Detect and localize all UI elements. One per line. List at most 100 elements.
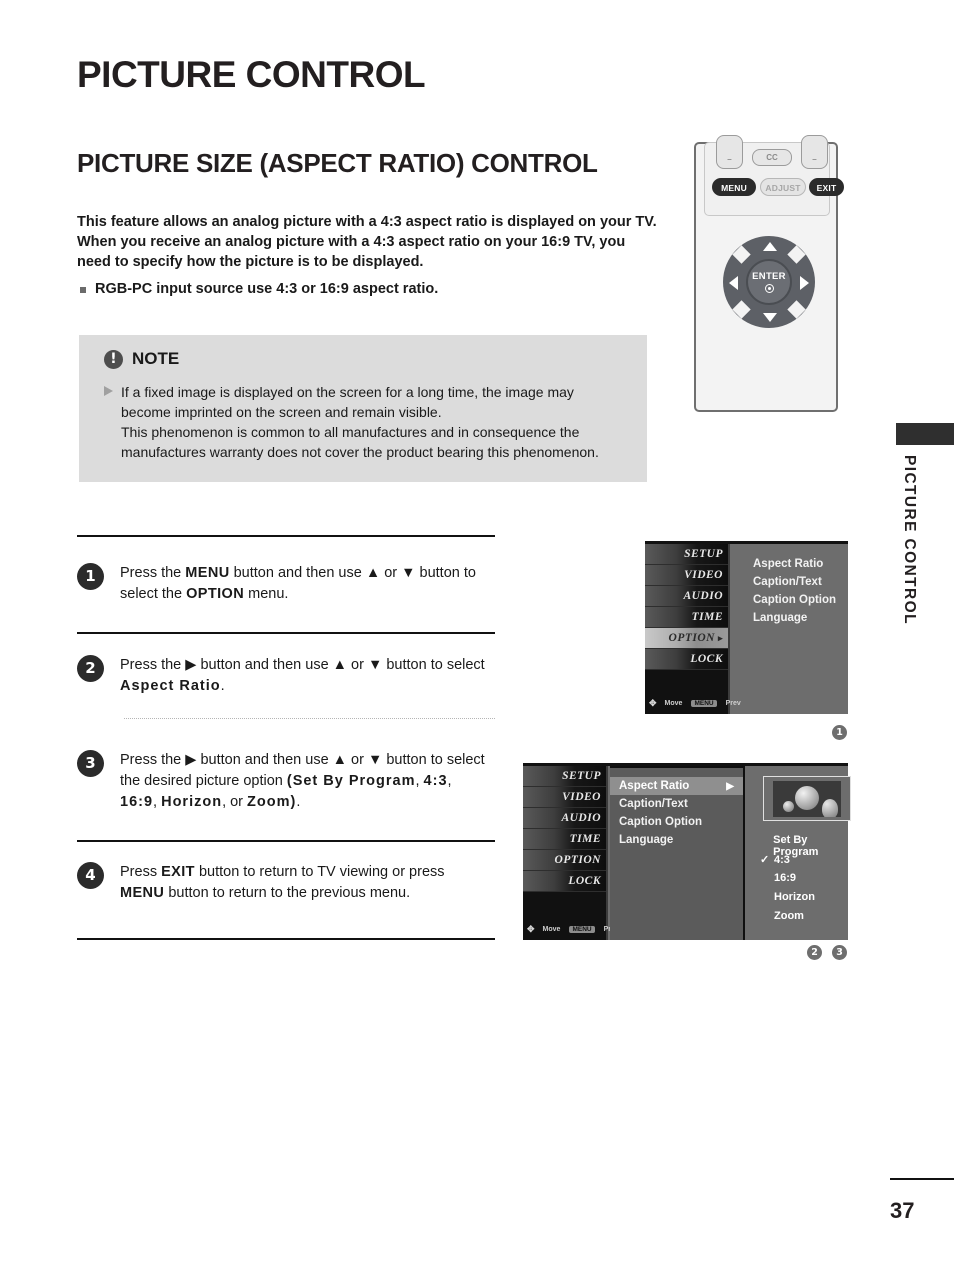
check-icon: ✓ xyxy=(760,854,770,866)
enter-label: ENTER xyxy=(752,271,786,282)
exclamation-circle-icon: ! xyxy=(104,349,123,369)
osd1-menu-item-language[interactable]: Language xyxy=(744,609,848,627)
arrow-left-icon[interactable] xyxy=(729,276,738,290)
page-number-rule xyxy=(890,1178,954,1180)
note-title: NOTE xyxy=(132,349,180,368)
preview-sphere-right xyxy=(822,798,838,817)
osd1-sidebar: SETUP VIDEO AUDIO TIME OPTION ▸ LOCK ✥ Mo… xyxy=(645,544,741,714)
osd2-menu-item-language[interactable]: Language xyxy=(610,831,743,849)
note-header: ! NOTE xyxy=(104,349,179,369)
aspect-option-horizon[interactable]: Horizon xyxy=(760,891,815,903)
step-3: 3 Press the ▶ button and then use ▲ or ▼… xyxy=(77,750,495,813)
osd2-menu-item-aspect-ratio[interactable]: Aspect Ratio ▶ xyxy=(610,777,743,795)
square-bullet-icon xyxy=(80,287,86,293)
osd2-sidebar-item-time[interactable]: TIME xyxy=(523,829,606,850)
osd2-footer-move: Move xyxy=(542,926,561,933)
osd2-sidebar-item-setup[interactable]: SETUP xyxy=(523,766,606,787)
step-1-text: Press the MENU button and then use ▲ or … xyxy=(120,565,476,602)
step-4-text: Press EXIT button to return to TV viewin… xyxy=(120,864,445,901)
aspect-option-16-9[interactable]: 16:9 xyxy=(760,872,796,884)
note-text: If a fixed image is displayed on the scr… xyxy=(121,382,599,462)
badge-step-1-marker: 1 xyxy=(832,725,847,740)
divider-after-step-3 xyxy=(77,840,495,842)
chevron-right-icon: ▸ xyxy=(717,632,723,643)
channel-down-button[interactable]: – xyxy=(801,135,828,169)
volume-down-button[interactable]: – xyxy=(716,135,743,169)
intro-bullet-label: RGB-PC input source use 4:3 or 16:9 aspe… xyxy=(95,281,439,297)
arrow-right-icon[interactable] xyxy=(800,276,809,290)
osd2-sidebar-item-lock[interactable]: LOCK xyxy=(523,871,606,892)
osd1-sidebar-item-video[interactable]: VIDEO xyxy=(645,565,728,586)
step-2: 2 Press the ▶ button and then use ▲ or ▼… xyxy=(77,655,495,697)
note-line-3: This phenomenon is common to all manufac… xyxy=(121,424,580,440)
cc-button[interactable]: CC xyxy=(752,149,792,166)
dpad-hint-icon: ✥ xyxy=(649,698,656,708)
osd2-menu-item-caption-option[interactable]: Caption Option xyxy=(610,813,743,831)
remote-control-illustration: – CC – MENU ADJUST EXIT ENTER xyxy=(694,135,844,412)
prev-key-icon: MENU xyxy=(569,926,595,933)
intro-line-1: This feature allows an analog picture wi… xyxy=(77,214,657,230)
intro-line-2: When you receive an analog picture with … xyxy=(77,234,626,250)
divider-after-step-1 xyxy=(77,632,495,634)
triangle-right-icon xyxy=(104,386,113,396)
dpad-control[interactable]: ENTER xyxy=(723,236,815,328)
page-number: 37 xyxy=(890,1198,915,1223)
arrow-down-icon[interactable] xyxy=(763,313,777,322)
section-title: PICTURE SIZE (ASPECT RATIO) CONTROL xyxy=(77,148,598,178)
menu-button[interactable]: MENU xyxy=(712,178,756,196)
step-4: 4 Press EXIT button to return to TV view… xyxy=(77,862,495,904)
osd1-footer-move: Move xyxy=(664,700,683,707)
osd2-menu-item-caption-text[interactable]: Caption/Text xyxy=(610,795,743,813)
aspect-option-4-3[interactable]: ✓ 4:3 xyxy=(760,853,790,867)
aspect-preview-image xyxy=(773,780,841,817)
step-3-number: 3 xyxy=(77,750,104,777)
exit-button[interactable]: EXIT xyxy=(809,178,844,196)
prev-key-icon: MENU xyxy=(691,700,717,707)
arrow-up-icon[interactable] xyxy=(763,242,777,251)
side-chapter-label: PICTURE CONTROL xyxy=(901,455,918,625)
chevron-right-icon: ▶ xyxy=(726,780,734,792)
osd2-sidebar-item-video[interactable]: VIDEO xyxy=(523,787,606,808)
step-1: 1 Press the MENU button and then use ▲ o… xyxy=(77,563,495,605)
osd2-sidebar-item-audio[interactable]: AUDIO xyxy=(523,808,606,829)
osd1-sidebar-item-audio[interactable]: AUDIO xyxy=(645,586,728,607)
osd1-menu-item-caption-option[interactable]: Caption Option xyxy=(744,591,848,609)
divider-after-step-2 xyxy=(124,718,495,719)
step-2-number: 2 xyxy=(77,655,104,682)
adjust-button[interactable]: ADJUST xyxy=(760,178,806,196)
osd1-sidebar-item-lock[interactable]: LOCK xyxy=(645,649,728,670)
note-line-4: manufactures warranty does not cover the… xyxy=(121,444,599,460)
osd2-sidebar: SETUP VIDEO AUDIO TIME OPTION LOCK ✥ Mov… xyxy=(523,766,619,940)
osd-screenshot-1: SETUP VIDEO AUDIO TIME OPTION ▸ LOCK ✥ Mo… xyxy=(645,541,848,714)
note-body: If a fixed image is displayed on the scr… xyxy=(104,382,624,462)
osd1-menu-item-aspect-ratio[interactable]: Aspect Ratio xyxy=(744,555,848,573)
osd1-menu-item-caption-text[interactable]: Caption/Text xyxy=(744,573,848,591)
osd1-footer: ✥ Move MENU Prev xyxy=(649,698,741,709)
badge-step-3-marker: 3 xyxy=(832,945,847,960)
osd1-sidebar-item-setup[interactable]: SETUP xyxy=(645,544,728,565)
osd1-sidebar-item-option[interactable]: OPTION ▸ xyxy=(645,628,728,649)
aspect-option-zoom[interactable]: Zoom xyxy=(760,910,804,922)
step-3-text: Press the ▶ button and then use ▲ or ▼ b… xyxy=(120,752,485,810)
osd2-menu-list: Aspect Ratio ▶ Caption/Text Caption Opti… xyxy=(610,766,743,940)
step-2-text: Press the ▶ button and then use ▲ or ▼ b… xyxy=(120,657,485,694)
note-line-1: If a fixed image is displayed on the scr… xyxy=(121,384,574,400)
side-tab-marker xyxy=(896,423,954,445)
remote-button-group: – CC – MENU ADJUST EXIT xyxy=(704,135,844,216)
intro-paragraph: This feature allows an analog picture wi… xyxy=(77,212,657,272)
divider-top xyxy=(77,535,495,537)
osd1-footer-prev: Prev xyxy=(725,700,741,707)
osd1-sidebar-item-time[interactable]: TIME xyxy=(645,607,728,628)
badge-step-2-marker: 2 xyxy=(807,945,822,960)
step-4-number: 4 xyxy=(77,862,104,889)
osd2-aspect-panel: Set By Program ✓ 4:3 16:9 Horizon Zoom xyxy=(743,766,851,940)
page-title: PICTURE CONTROL xyxy=(77,54,426,95)
enter-dot-icon xyxy=(764,284,774,293)
osd-screenshot-2: SETUP VIDEO AUDIO TIME OPTION LOCK ✥ Mov… xyxy=(523,763,851,940)
osd2-sidebar-item-option[interactable]: OPTION xyxy=(523,850,606,871)
note-line-2: become imprinted on the screen and remai… xyxy=(121,404,442,420)
step-1-number: 1 xyxy=(77,563,104,590)
enter-button[interactable]: ENTER xyxy=(746,259,792,305)
osd2-footer: ✥ Move MENU Prev xyxy=(527,924,619,935)
aspect-preview-thumbnail xyxy=(763,776,851,821)
